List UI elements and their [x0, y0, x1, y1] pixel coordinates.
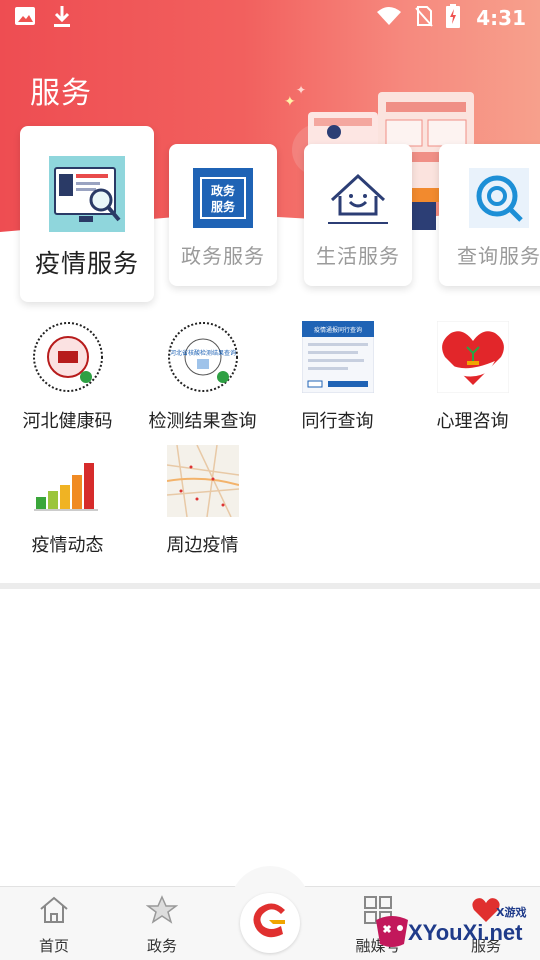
star-shield-icon — [145, 895, 179, 929]
grid-item-label: 同行查询 — [301, 411, 374, 432]
government-badge-icon: 政务 服务 — [193, 168, 253, 228]
grid-item-test-result-query[interactable]: 河北省核酸检测结果查询 检测结果查询 — [135, 321, 270, 433]
grid-item-label: 检测结果查询 — [148, 411, 257, 432]
grid-item-psych-consult[interactable]: 心理咨询 — [405, 321, 540, 433]
grid-item-label: 河北健康码 — [22, 411, 113, 432]
grid-item-label: 疫情动态 — [31, 535, 104, 556]
grid-item-label: 周边疫情 — [166, 535, 239, 556]
grid-item-hebei-health-code[interactable]: 河北健康码 — [0, 321, 135, 433]
tab-epidemic-service[interactable]: 疫情服务 — [20, 126, 154, 302]
status-time: 4:31 — [476, 6, 526, 30]
page-title: 服务 — [30, 76, 92, 111]
nav-home[interactable]: 首页 — [14, 895, 94, 956]
tab-label: 疫情服务 — [34, 249, 139, 278]
grid-item-epidemic-dynamics[interactable]: 疫情动态 — [0, 445, 135, 557]
travel-query-document-icon: 疫情通报同行查询 — [301, 321, 374, 393]
map-icon — [166, 445, 239, 517]
gamepad-logo-icon — [376, 916, 408, 947]
svg-text:政务: 政务 — [211, 183, 236, 198]
nav-label: 政务 — [146, 937, 177, 955]
no-sim-icon — [414, 5, 434, 31]
nav-center-logo[interactable] — [240, 893, 300, 953]
search-c-icon — [469, 168, 529, 228]
svg-text:疫情通报同行查询: 疫情通报同行查询 — [313, 326, 361, 334]
svg-text:✦: ✦ — [296, 83, 306, 97]
status-bar: 4:31 — [0, 0, 540, 36]
tab-life-service[interactable]: 生活服务 — [304, 144, 412, 286]
smiling-house-icon — [328, 168, 388, 228]
grid-item-nearby-epidemic[interactable]: 周边疫情 — [135, 445, 270, 557]
svg-text:服务: 服务 — [211, 199, 236, 214]
health-qr-code-icon — [32, 321, 104, 393]
grid-item-label: 心理咨询 — [436, 411, 509, 432]
grid-item-travel-query[interactable]: 疫情通报同行查询 同行查询 — [270, 321, 405, 433]
nav-government[interactable]: 政务 — [122, 895, 202, 956]
tab-query-service[interactable]: 查询服务 — [439, 144, 540, 286]
tab-label: 政务服务 — [181, 244, 265, 268]
tab-label: 生活服务 — [316, 244, 400, 268]
watermark-text: XYouXi.net — [408, 920, 523, 945]
svg-text:河北省核酸检测结果查询: 河北省核酸检测结果查询 — [169, 349, 235, 357]
image-icon — [14, 6, 36, 30]
download-icon — [52, 4, 72, 32]
heart-hand-icon — [436, 321, 509, 393]
wifi-icon — [376, 6, 402, 30]
section-divider — [0, 583, 540, 589]
center-logo-icon — [243, 894, 297, 952]
watermark-small-text: X游戏 — [496, 906, 527, 919]
home-icon — [38, 895, 70, 929]
monitor-search-icon — [49, 156, 125, 232]
tab-government-service[interactable]: 政务 服务 政务服务 — [169, 144, 277, 286]
svg-text:✦: ✦ — [284, 94, 296, 110]
bar-chart-icon — [32, 445, 104, 517]
battery-charging-icon — [446, 4, 461, 32]
test-result-qr-code-icon: 河北省核酸检测结果查询 — [167, 321, 239, 393]
nav-label: 首页 — [38, 937, 69, 955]
tab-label: 查询服务 — [457, 244, 540, 268]
site-watermark: X游戏 XYouXi.net — [372, 900, 540, 960]
